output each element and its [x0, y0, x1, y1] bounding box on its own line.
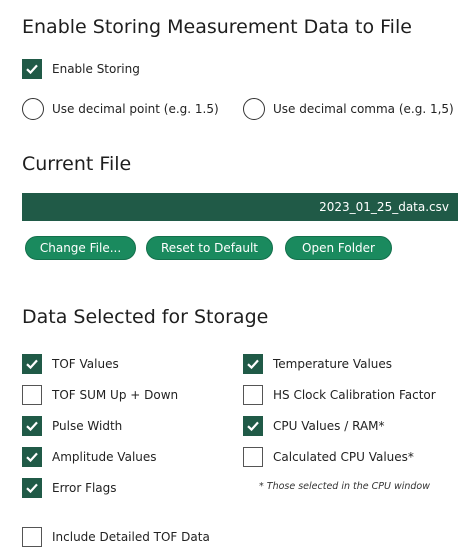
data-option-label: Temperature Values	[273, 357, 393, 371]
decimal-comma-radio[interactable]	[243, 98, 265, 120]
checkmark-icon	[26, 359, 38, 370]
checkmark-icon	[26, 483, 38, 494]
decimal-comma-label: Use decimal comma (e.g. 1,5)	[273, 102, 454, 116]
data-option-label: Amplitude Values	[52, 450, 157, 464]
checkbox[interactable]	[243, 354, 263, 374]
include-detailed-tof-label: Include Detailed TOF Data	[52, 530, 210, 544]
current-file-heading: Current File	[22, 153, 132, 175]
data-option-hs-clock[interactable]: HS Clock Calibration Factor	[243, 385, 436, 405]
open-folder-button[interactable]: Open Folder	[285, 236, 392, 260]
data-option-calculated-cpu[interactable]: Calculated CPU Values*	[243, 447, 414, 467]
enable-storing-label: Enable Storing	[52, 62, 140, 76]
checkmark-icon	[26, 64, 38, 75]
data-option-amplitude[interactable]: Amplitude Values	[22, 447, 157, 467]
data-option-error-flags[interactable]: Error Flags	[22, 478, 117, 498]
enable-storing-heading: Enable Storing Measurement Data to File	[22, 16, 412, 38]
include-detailed-tof-checkbox[interactable]	[22, 527, 42, 547]
checkbox[interactable]	[243, 385, 263, 405]
data-option-cpu-values[interactable]: CPU Values / RAM*	[243, 416, 385, 436]
data-option-label: Error Flags	[52, 481, 117, 495]
change-file-button[interactable]: Change File...	[25, 236, 136, 260]
checkbox[interactable]	[22, 447, 42, 467]
checkbox[interactable]	[243, 416, 263, 436]
decimal-point-label: Use decimal point (e.g. 1.5)	[52, 102, 219, 116]
data-option-label: TOF SUM Up + Down	[52, 388, 179, 402]
checkbox[interactable]	[22, 416, 42, 436]
reset-to-default-button[interactable]: Reset to Default	[146, 236, 273, 260]
checkbox[interactable]	[22, 385, 42, 405]
checkmark-icon	[26, 421, 38, 432]
data-option-tof-values[interactable]: TOF Values	[22, 354, 119, 374]
include-detailed-tof-row[interactable]: Include Detailed TOF Data	[22, 527, 210, 547]
checkbox[interactable]	[22, 354, 42, 374]
checkmark-icon	[247, 359, 259, 370]
cpu-window-note: * Those selected in the CPU window	[259, 481, 431, 492]
data-option-label: Calculated CPU Values*	[273, 450, 414, 464]
current-file-name: 2023_01_25_data.csv	[319, 200, 449, 214]
enable-storing-checkbox-row[interactable]: Enable Storing	[22, 59, 140, 79]
checkbox[interactable]	[22, 478, 42, 498]
current-file-path: 2023_01_25_data.csv	[22, 193, 458, 221]
data-selected-heading: Data Selected for Storage	[22, 306, 269, 328]
checkmark-icon	[247, 421, 259, 432]
data-option-pulse-width[interactable]: Pulse Width	[22, 416, 122, 436]
data-option-label: HS Clock Calibration Factor	[273, 388, 436, 402]
data-option-label: Pulse Width	[52, 419, 123, 433]
checkbox[interactable]	[243, 447, 263, 467]
data-option-label: CPU Values / RAM*	[273, 419, 385, 433]
checkmark-icon	[26, 452, 38, 463]
data-option-temperature[interactable]: Temperature Values	[243, 354, 392, 374]
decimal-point-radio[interactable]	[22, 98, 44, 120]
decimal-comma-radio-row[interactable]: Use decimal comma (e.g. 1,5)	[243, 98, 454, 120]
enable-storing-checkbox[interactable]	[22, 59, 42, 79]
data-option-tof-sum[interactable]: TOF SUM Up + Down	[22, 385, 178, 405]
data-option-label: TOF Values	[52, 357, 119, 371]
decimal-point-radio-row[interactable]: Use decimal point (e.g. 1.5)	[22, 98, 219, 120]
